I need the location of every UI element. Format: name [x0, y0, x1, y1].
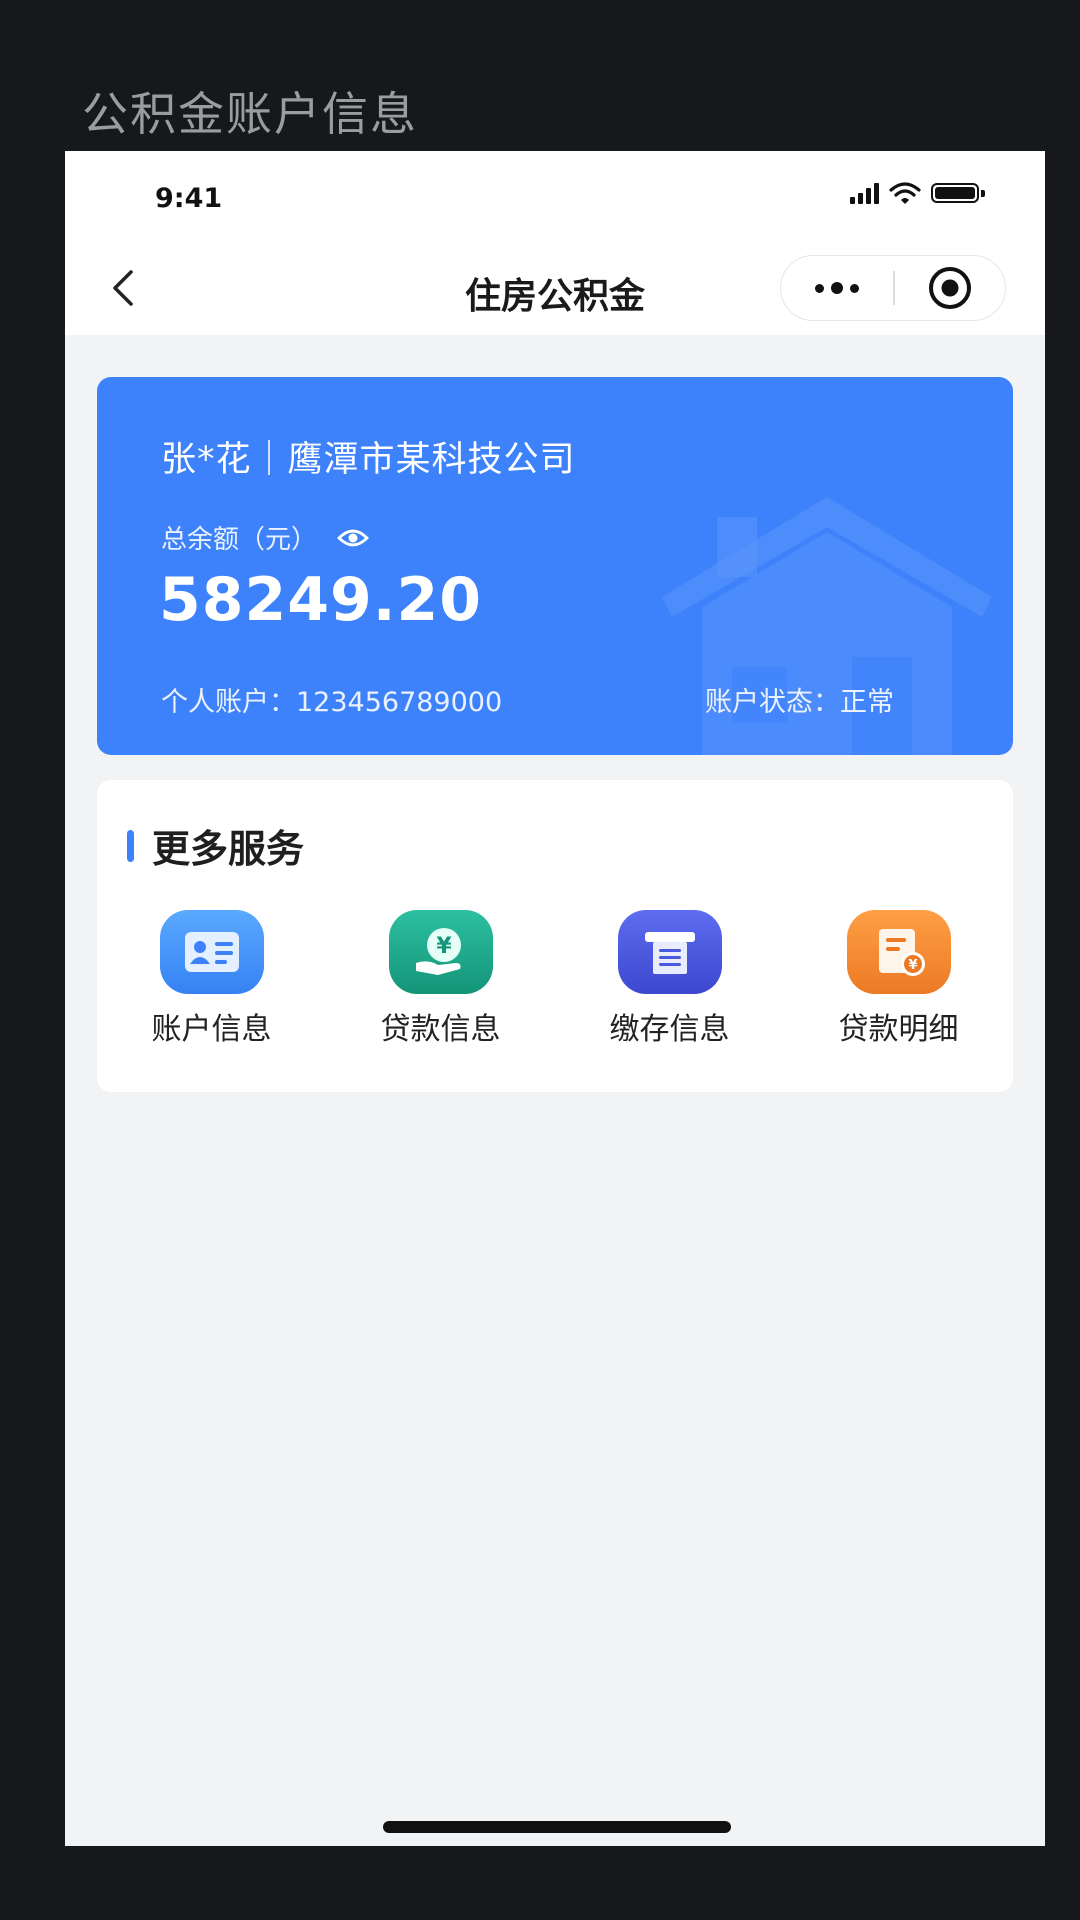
receipt-printer-icon: [617, 910, 722, 994]
target-close-icon: [928, 267, 971, 309]
money-hand-icon: ¥: [388, 910, 493, 994]
mini-program-capsule: [780, 255, 1006, 321]
more-icon: [815, 283, 824, 293]
service-grid: 账户信息 ¥ 贷款信息 缴存信息 ¥ 贷款明细: [97, 910, 1013, 1048]
balance-label-row: 总余额（元）: [161, 519, 369, 556]
close-miniprogram-button[interactable]: [895, 256, 1006, 320]
bill-detail-icon: ¥: [846, 910, 951, 994]
eye-icon[interactable]: [337, 528, 369, 548]
home-indicator[interactable]: [383, 1821, 731, 1833]
account-card: 张*花｜鹰潭市某科技公司 总余额（元） 58249.20 个人账户：123456…: [97, 377, 1013, 755]
service-deposit-info[interactable]: 缴存信息: [555, 910, 784, 1048]
status-time: 9:41: [155, 183, 223, 214]
service-label: 缴存信息: [609, 1012, 730, 1047]
service-label: 贷款信息: [380, 1012, 501, 1047]
signal-icon: [850, 182, 879, 204]
more-button[interactable]: [781, 256, 893, 320]
service-label: 贷款明细: [838, 1012, 959, 1047]
battery-icon: [931, 181, 985, 205]
section-accent-bar: [127, 829, 134, 862]
wifi-icon: [889, 181, 921, 205]
balance-label: 总余额（元）: [161, 525, 318, 555]
service-loan-detail[interactable]: ¥ 贷款明细: [784, 910, 1013, 1048]
balance-amount: 58249.20: [159, 565, 483, 635]
service-loan-info[interactable]: ¥ 贷款信息: [326, 910, 555, 1048]
services-title: 更多服务: [152, 827, 305, 871]
service-label: 账户信息: [151, 1012, 272, 1047]
status-icons: [850, 181, 985, 205]
status-bar: 9:41: [65, 151, 1045, 241]
phone-screen: 9:41 住房公积金 张*花｜鹰潭市某科技公司 总余额（元） 58249.20 …: [65, 151, 1045, 1846]
page-caption: 公积金账户信息: [82, 87, 418, 141]
personal-account: 个人账户：123456789000: [161, 687, 503, 718]
account-owner: 张*花｜鹰潭市某科技公司: [161, 440, 576, 480]
account-status: 账户状态：正常: [705, 687, 894, 718]
service-account-info[interactable]: 账户信息: [97, 910, 326, 1048]
svg-text:¥: ¥: [436, 934, 452, 959]
id-card-icon: [159, 910, 264, 994]
services-header: 更多服务: [127, 818, 304, 873]
more-services-panel: 更多服务 账户信息 ¥ 贷款信息 缴存信息 ¥ 贷款明细: [97, 780, 1013, 1092]
svg-text:¥: ¥: [908, 958, 917, 973]
